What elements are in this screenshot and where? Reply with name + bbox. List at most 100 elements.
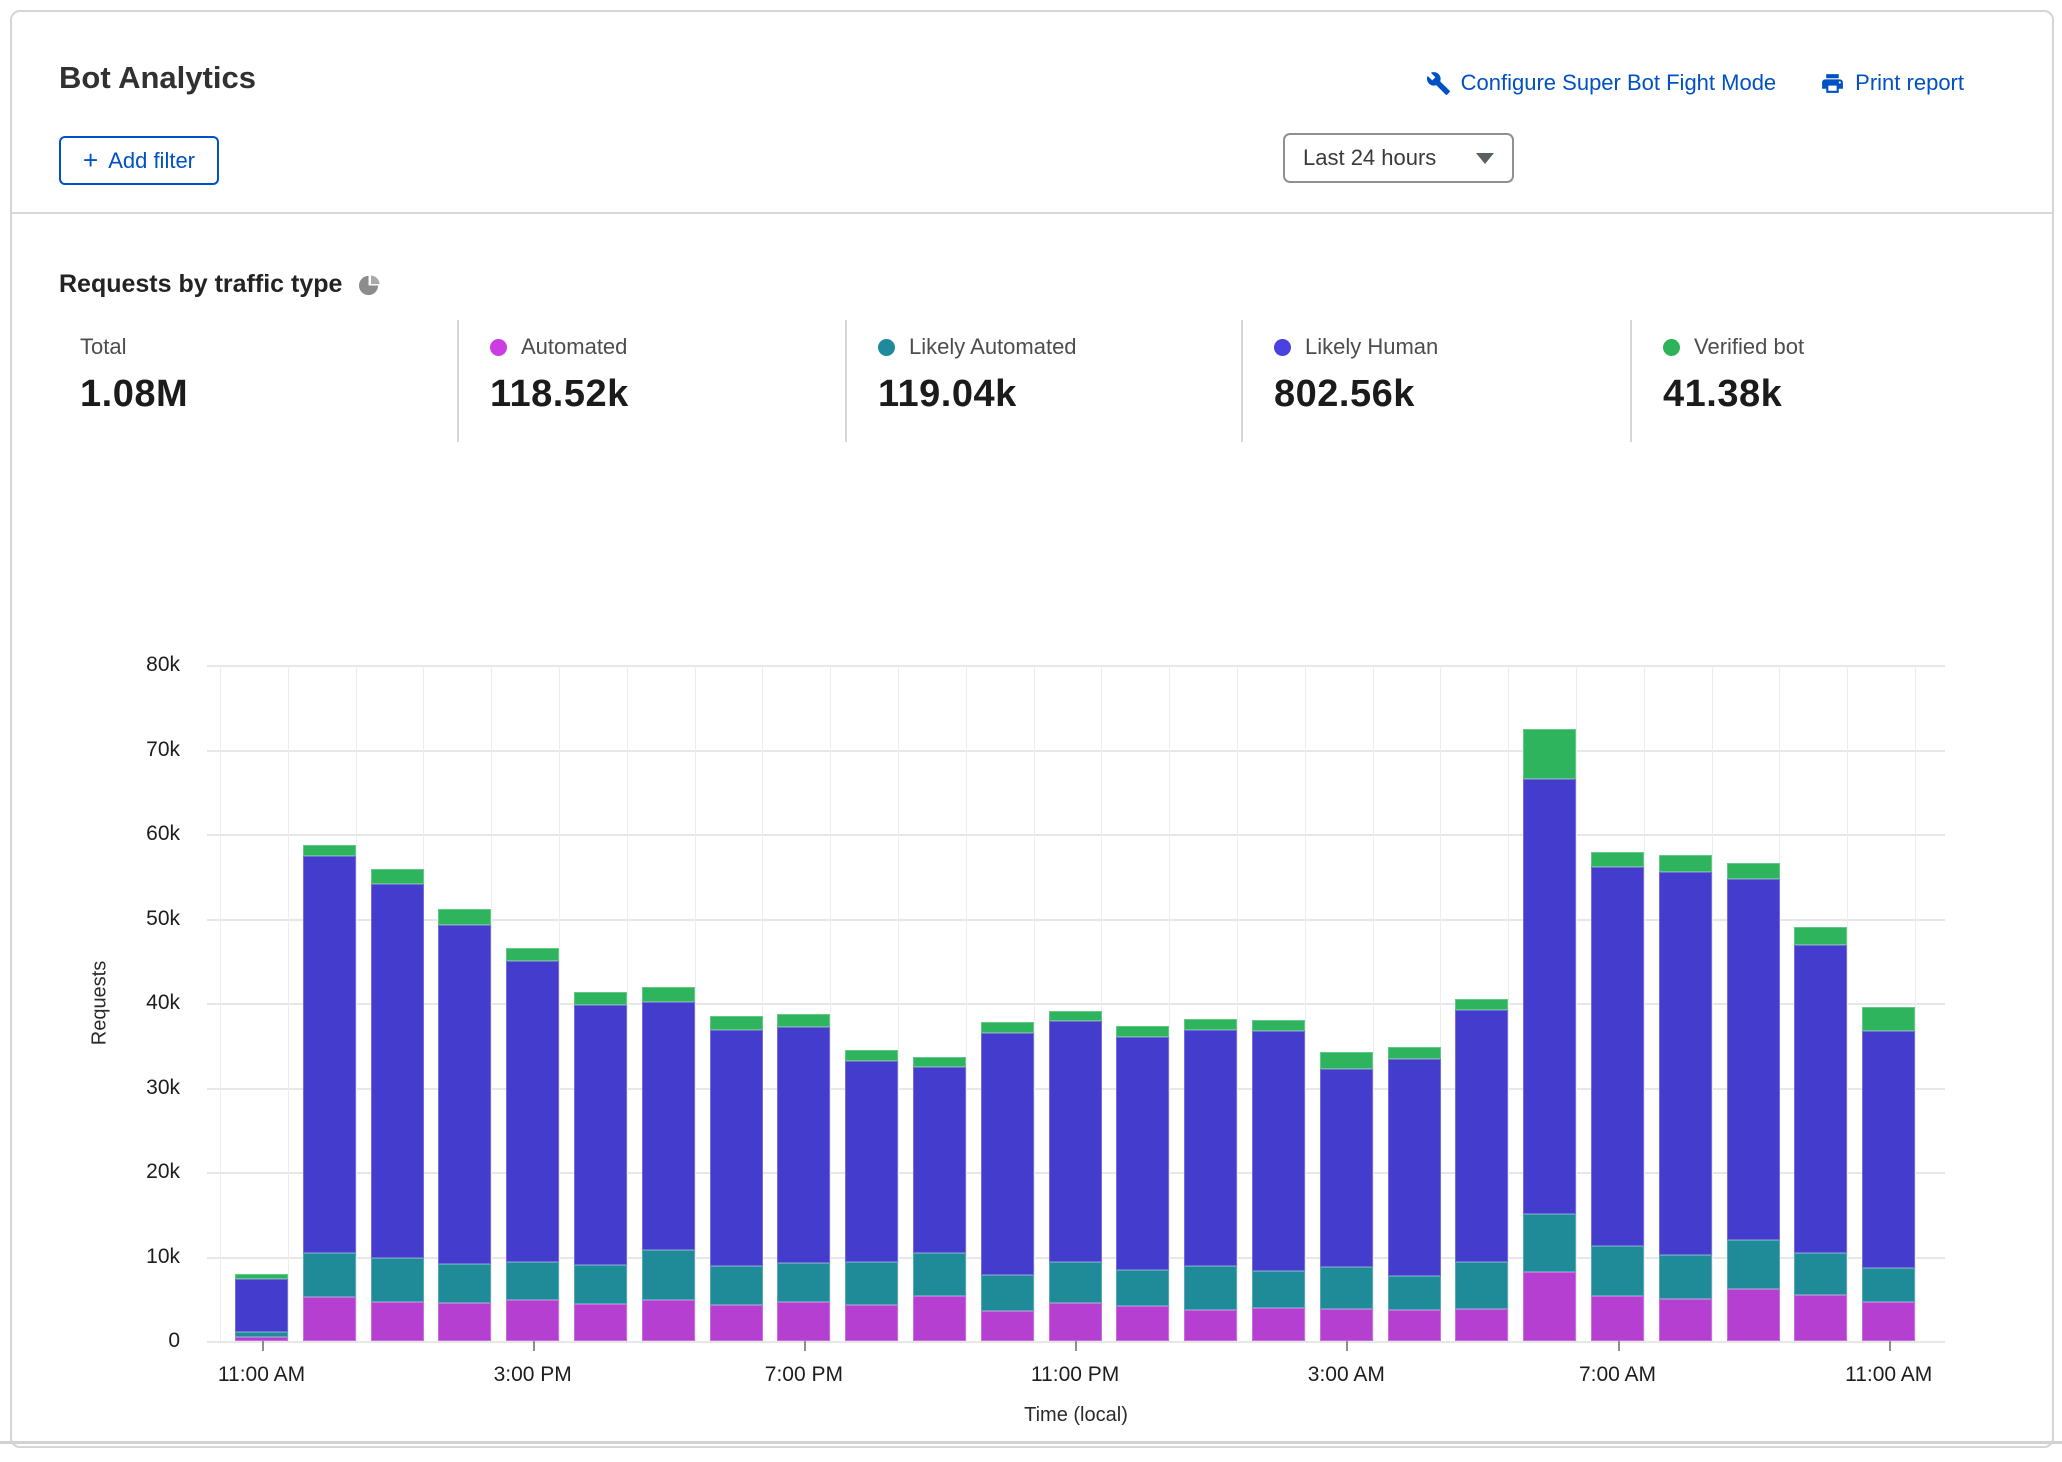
bar-4-00-pm[interactable] — [574, 992, 627, 1341]
print-report-link[interactable]: Print report — [1820, 70, 1964, 96]
bar-segment-verified-bot — [1794, 927, 1847, 945]
bar-segment-verified-bot — [235, 1274, 288, 1279]
bar-11-00-am[interactable] — [1862, 1007, 1915, 1341]
x-gridline — [762, 665, 763, 1341]
bar-segment-likely-human — [574, 1005, 627, 1265]
bar-5-00-am[interactable] — [1455, 999, 1508, 1341]
bar-segment-likely-automated — [235, 1332, 288, 1337]
bar-12-00-am[interactable] — [1116, 1026, 1169, 1341]
configure-super-bot-fight-mode-link[interactable]: Configure Super Bot Fight Mode — [1426, 70, 1777, 96]
y-gridline — [207, 1172, 1945, 1174]
x-tick-label: 3:00 PM — [494, 1363, 572, 1387]
bar-segment-likely-automated — [845, 1262, 898, 1304]
stat-verified-bot: Verified bot 41.38k — [1630, 320, 2050, 442]
bar-segment-verified-bot — [981, 1022, 1034, 1033]
plus-icon: + — [83, 147, 98, 173]
bar-segment-verified-bot — [303, 845, 356, 856]
bar-segment-likely-human — [235, 1279, 288, 1331]
bar-segment-likely-automated — [1862, 1268, 1915, 1302]
likely-human-dot — [1274, 339, 1291, 356]
stat-label: Likely Automated — [909, 334, 1077, 360]
print-link-label: Print report — [1855, 70, 1964, 96]
bar-11-00-pm[interactable] — [1049, 1011, 1102, 1341]
bar-segment-likely-human — [981, 1033, 1034, 1276]
x-gridline — [356, 665, 357, 1341]
x-gridline — [1440, 665, 1441, 1341]
bar-12-00-pm[interactable] — [303, 845, 356, 1341]
bar-8-00-am[interactable] — [1659, 855, 1712, 1341]
stat-value: 119.04k — [878, 373, 1241, 416]
bar-2-00-am[interactable] — [1252, 1020, 1305, 1341]
bar-segment-likely-human — [642, 1002, 695, 1250]
bar-segment-automated — [574, 1304, 627, 1341]
bar-segment-automated — [235, 1337, 288, 1341]
bar-segment-likely-human — [506, 961, 559, 1262]
y-tick-label: 50k — [70, 907, 180, 931]
bar-7-00-am[interactable] — [1591, 852, 1644, 1341]
bar-segment-likely-human — [1659, 872, 1712, 1255]
printer-icon — [1820, 71, 1845, 96]
bar-segment-verified-bot — [371, 869, 424, 884]
bar-segment-likely-automated — [642, 1250, 695, 1301]
bar-8-00-pm[interactable] — [845, 1050, 898, 1341]
x-gridline — [1508, 665, 1509, 1341]
bar-1-00-pm[interactable] — [371, 869, 424, 1341]
y-gridline — [207, 919, 1945, 921]
x-gridline — [491, 665, 492, 1341]
x-tick-label: 7:00 AM — [1579, 1363, 1656, 1387]
bar-10-00-am[interactable] — [1794, 927, 1847, 1341]
time-range-select[interactable]: Last 24 hours — [1283, 133, 1514, 183]
bar-segment-likely-human — [1184, 1030, 1237, 1266]
bar-segment-automated — [371, 1302, 424, 1341]
y-gridline — [207, 834, 1945, 836]
bar-segment-verified-bot — [777, 1014, 830, 1027]
bar-segment-verified-bot — [913, 1057, 966, 1067]
bar-segment-automated — [642, 1300, 695, 1341]
plot-area — [207, 665, 1945, 1341]
bar-segment-likely-human — [1116, 1037, 1169, 1270]
x-gridline — [220, 665, 221, 1341]
bar-7-00-pm[interactable] — [777, 1014, 830, 1341]
bar-segment-verified-bot — [438, 909, 491, 925]
bar-segment-likely-automated — [1727, 1240, 1780, 1290]
bar-segment-likely-automated — [1320, 1267, 1373, 1309]
bar-segment-verified-bot — [506, 948, 559, 961]
bar-segment-verified-bot — [642, 987, 695, 1002]
bar-5-00-pm[interactable] — [642, 987, 695, 1341]
bar-segment-likely-automated — [1455, 1262, 1508, 1308]
x-tick-mark — [1618, 1341, 1620, 1351]
bar-2-00-pm[interactable] — [438, 909, 491, 1341]
stat-automated: Automated 118.52k — [457, 320, 845, 442]
y-tick-label: 30k — [70, 1076, 180, 1100]
bar-3-00-pm[interactable] — [506, 948, 559, 1341]
bar-10-00-pm[interactable] — [981, 1022, 1034, 1341]
verified-bot-dot — [1663, 339, 1680, 356]
bar-9-00-pm[interactable] — [913, 1057, 966, 1341]
bar-segment-verified-bot — [1388, 1047, 1441, 1059]
bar-1-00-am[interactable] — [1184, 1019, 1237, 1341]
x-tick-mark — [804, 1341, 806, 1351]
x-gridline — [966, 665, 967, 1341]
bar-segment-likely-human — [1591, 867, 1644, 1246]
bar-segment-automated — [1388, 1310, 1441, 1341]
x-tick-mark — [1346, 1341, 1348, 1351]
bar-segment-likely-automated — [438, 1264, 491, 1303]
bar-11-00-am[interactable] — [235, 1274, 288, 1341]
bar-4-00-am[interactable] — [1388, 1047, 1441, 1341]
bar-segment-likely-automated — [913, 1253, 966, 1296]
bar-6-00-pm[interactable] — [710, 1016, 763, 1341]
bar-9-00-am[interactable] — [1727, 863, 1780, 1341]
bar-6-00-am[interactable] — [1523, 729, 1576, 1341]
x-tick-label: 11:00 PM — [1031, 1363, 1119, 1387]
bar-3-00-am[interactable] — [1320, 1052, 1373, 1341]
x-tick-label: 11:00 AM — [218, 1363, 305, 1387]
x-gridline — [898, 665, 899, 1341]
bar-segment-automated — [1116, 1306, 1169, 1341]
bar-segment-automated — [1591, 1296, 1644, 1341]
bar-segment-verified-bot — [1184, 1019, 1237, 1030]
bar-segment-likely-human — [1523, 779, 1576, 1214]
bar-segment-likely-human — [1252, 1031, 1305, 1271]
add-filter-button[interactable]: + Add filter — [59, 136, 219, 185]
bar-segment-verified-bot — [1320, 1052, 1373, 1069]
bar-segment-likely-automated — [1252, 1271, 1305, 1308]
